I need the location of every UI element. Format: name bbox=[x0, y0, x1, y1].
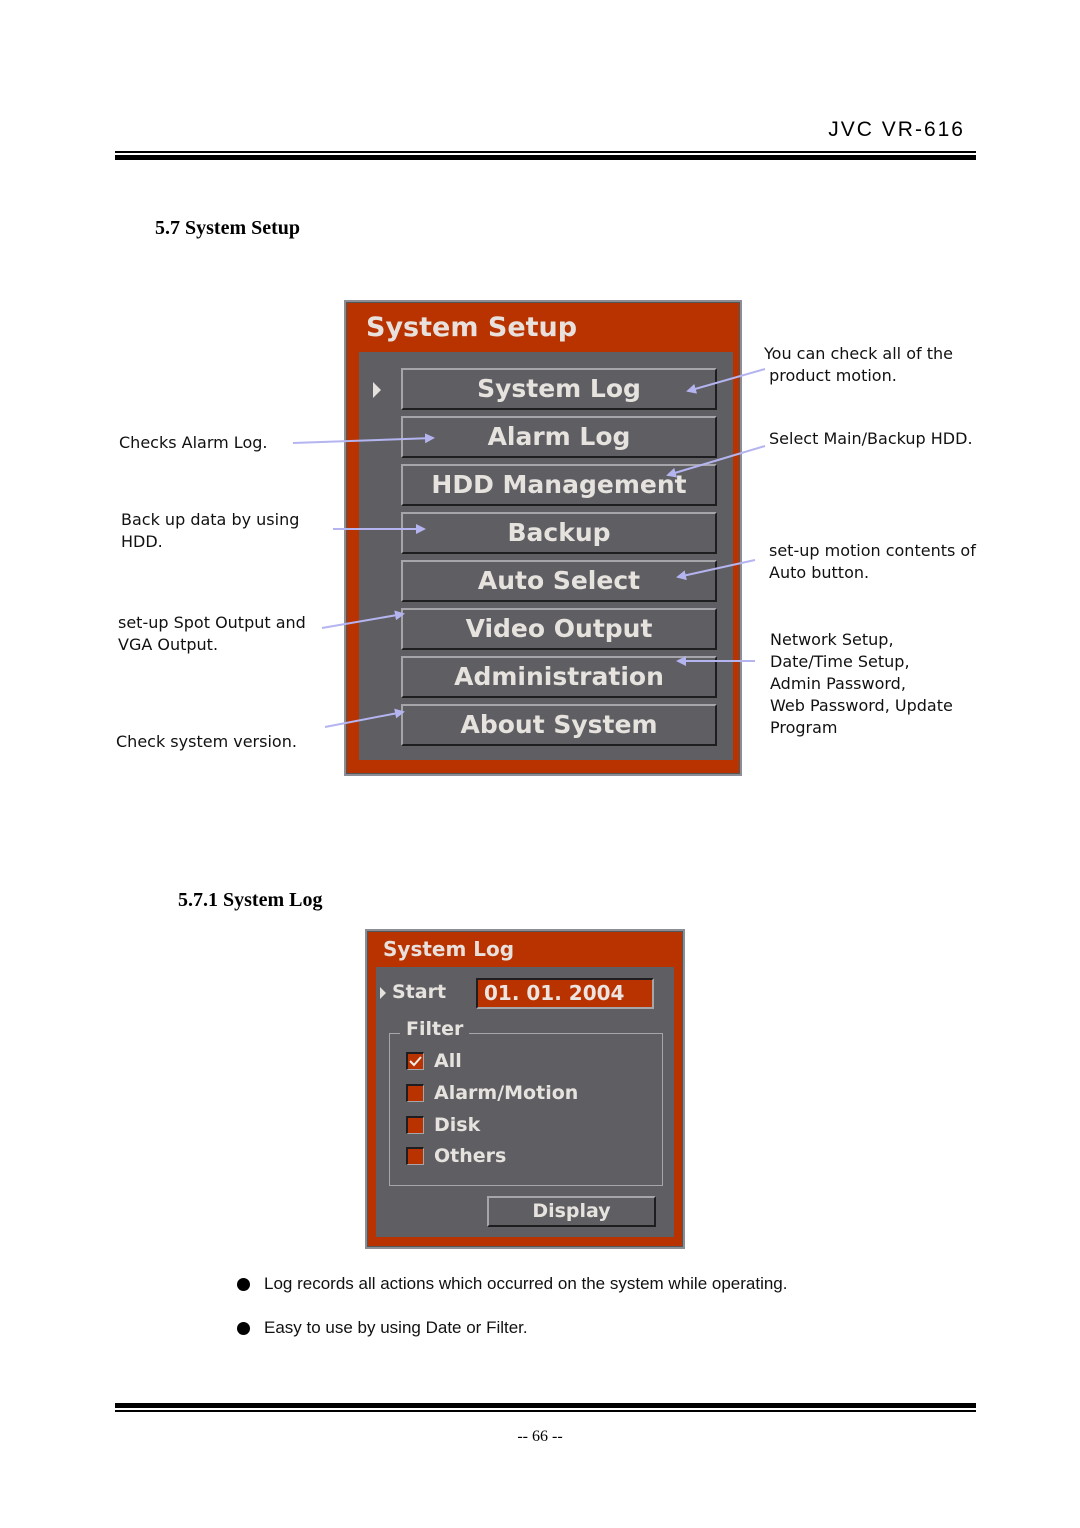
system-log-title: System Log bbox=[383, 937, 515, 961]
annotation-about-system: Check system version. bbox=[116, 732, 297, 751]
filter-others[interactable]: Others bbox=[406, 1145, 506, 1167]
filter-disk[interactable]: Disk bbox=[406, 1114, 480, 1136]
arrow-system-log bbox=[686, 368, 766, 394]
filter-all-label: All bbox=[434, 1050, 462, 1072]
filter-legend: Filter bbox=[400, 1018, 470, 1040]
system-log-panel: System Log Start 01. 01. 2004 Filter All… bbox=[365, 929, 685, 1249]
checkbox-all[interactable] bbox=[406, 1052, 424, 1070]
annotation-administration: Network Setup, Date/Time Setup, Admin Pa… bbox=[770, 630, 953, 737]
subsection-title: 5.7.1 System Log bbox=[178, 889, 323, 911]
annotation-auto-select: set-up motion contents of Auto button. bbox=[769, 541, 976, 582]
bullet-item: Log records all actions which occurred o… bbox=[237, 1274, 788, 1294]
arrow-video-output bbox=[321, 610, 405, 629]
footer-rule-thin bbox=[115, 1410, 976, 1412]
annotation-video-output: set-up Spot Output and VGA Output. bbox=[118, 613, 306, 654]
start-label: Start bbox=[392, 981, 447, 1003]
filter-alarm-motion-label: Alarm/Motion bbox=[434, 1082, 579, 1104]
annotation-system-log: You can check all of the product motion. bbox=[764, 344, 953, 385]
checkbox-disk[interactable] bbox=[406, 1116, 424, 1134]
system-log-body: Start 01. 01. 2004 Filter All Alarm/Moti… bbox=[376, 967, 674, 1237]
checkbox-alarm-motion[interactable] bbox=[406, 1084, 424, 1102]
filter-alarm-motion[interactable]: Alarm/Motion bbox=[406, 1082, 578, 1104]
bullet-text: Easy to use by using Date or Filter. bbox=[264, 1318, 528, 1337]
annotation-hdd-management: Select Main/Backup HDD. bbox=[769, 429, 973, 448]
start-date-field[interactable]: 01. 01. 2004 bbox=[476, 978, 654, 1009]
selection-arrow-icon bbox=[380, 987, 386, 999]
arrow-alarm-log bbox=[292, 433, 435, 444]
filter-all[interactable]: All bbox=[406, 1050, 462, 1072]
arrow-about-system bbox=[324, 708, 405, 728]
display-button[interactable]: Display bbox=[487, 1196, 656, 1227]
annotation-alarm-log: Checks Alarm Log. bbox=[119, 433, 268, 452]
footer-rule-thick bbox=[115, 1403, 976, 1408]
arrow-hdd-management bbox=[666, 445, 766, 478]
arrow-auto-select bbox=[676, 559, 756, 581]
bullet-icon bbox=[237, 1277, 250, 1291]
annotation-backup: Back up data by using HDD. bbox=[121, 510, 300, 551]
filter-disk-label: Disk bbox=[434, 1114, 481, 1136]
check-icon bbox=[409, 1056, 422, 1067]
bullet-item: Easy to use by using Date or Filter. bbox=[237, 1318, 528, 1338]
filter-group: Filter All Alarm/Motion Disk Others bbox=[389, 1018, 663, 1186]
filter-others-label: Others bbox=[434, 1145, 507, 1167]
bullet-icon bbox=[237, 1321, 250, 1335]
bullet-text: Log records all actions which occurred o… bbox=[264, 1274, 788, 1293]
page-number: -- 66 -- bbox=[517, 1428, 563, 1445]
checkbox-others[interactable] bbox=[406, 1147, 424, 1165]
